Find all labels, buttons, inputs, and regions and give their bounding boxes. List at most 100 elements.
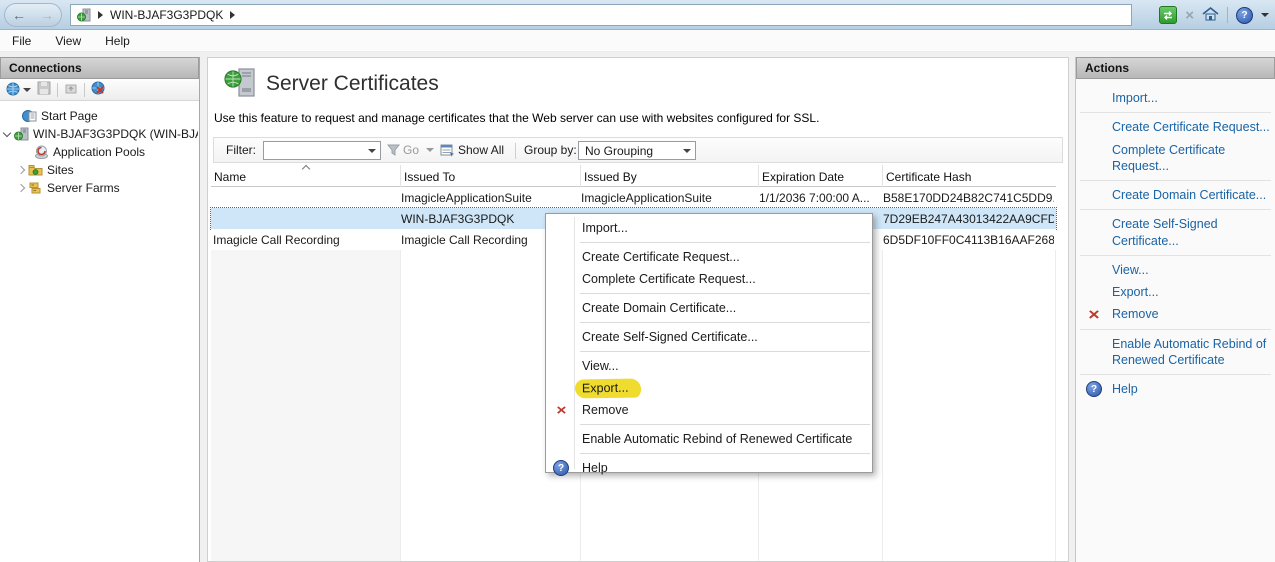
help-icon[interactable]: ?	[1236, 7, 1253, 24]
go-filter-icon	[387, 144, 400, 159]
action-create-certificate-request[interactable]: Create Certificate Request...	[1076, 116, 1275, 138]
show-all-icon	[440, 143, 455, 160]
divider	[515, 143, 516, 159]
group-by-label: Group by:	[524, 143, 577, 157]
chevron-down-icon[interactable]	[1261, 13, 1269, 17]
context-menu-remove[interactable]: × Remove	[546, 399, 872, 421]
menu-view[interactable]: View	[55, 34, 81, 48]
actions-title: Actions	[1085, 61, 1129, 75]
tree-item-start-page[interactable]: Start Page	[0, 107, 198, 125]
chevron-collapsed-icon[interactable]	[17, 166, 25, 174]
chevron-collapsed-icon[interactable]	[17, 184, 25, 192]
action-create-self-signed-certificate[interactable]: Create Self-Signed Certificate...	[1076, 213, 1275, 252]
action-export[interactable]: Export...	[1076, 281, 1275, 303]
tree-item-application-pools[interactable]: Application Pools	[0, 143, 198, 161]
chevron-expanded-icon[interactable]	[3, 129, 11, 137]
table-header: Name Issued To Issued By Expiration Date…	[211, 165, 1056, 187]
context-menu-export[interactable]: Export...	[546, 377, 872, 399]
actions-list: Import... Create Certificate Request... …	[1076, 79, 1275, 562]
context-menu-view[interactable]: View...	[546, 355, 872, 377]
server-farms-icon	[28, 181, 43, 195]
highlight-marker: Export...	[575, 378, 641, 398]
column-header-name[interactable]: Name	[211, 165, 401, 187]
go-button[interactable]: Go	[403, 143, 419, 157]
sort-asc-icon	[302, 165, 310, 173]
title-bar: ← → WIN-BJAF3G3PDQK × ?	[0, 0, 1275, 30]
refresh-icon[interactable]	[1159, 6, 1177, 24]
menu-file[interactable]: File	[12, 34, 31, 48]
action-remove[interactable]: × Remove	[1076, 303, 1275, 325]
chevron-down-icon	[368, 149, 376, 153]
context-menu-complete-certificate-request[interactable]: Complete Certificate Request...	[546, 268, 872, 290]
divider	[1080, 209, 1271, 210]
application-pools-icon	[34, 145, 49, 159]
menu-help[interactable]: Help	[105, 34, 130, 48]
divider	[1080, 112, 1271, 113]
connections-header: Connections	[0, 57, 199, 79]
column-header-expiration[interactable]: Expiration Date	[759, 165, 883, 187]
context-menu-import[interactable]: Import...	[546, 217, 872, 239]
column-header-hash[interactable]: Certificate Hash	[883, 165, 1056, 187]
back-button[interactable]: ←	[12, 8, 26, 22]
tree-item-server[interactable]: WIN-BJAF3G3PDQK (WIN-BJA	[0, 125, 198, 143]
column-header-issued-to[interactable]: Issued To	[401, 165, 581, 187]
divider	[580, 242, 870, 243]
sites-icon	[28, 163, 43, 177]
show-all-button[interactable]: Show All	[458, 143, 504, 157]
actions-panel: Actions Import... Create Certificate Req…	[1075, 57, 1275, 562]
tree-item-label: Server Farms	[47, 181, 120, 195]
context-menu-help[interactable]: ? Help	[546, 457, 872, 479]
up-icon	[64, 81, 78, 98]
chevron-down-icon[interactable]	[426, 148, 434, 152]
group-by-select[interactable]: No Grouping	[578, 141, 696, 160]
action-complete-certificate-request[interactable]: Complete Certificate Request...	[1076, 139, 1275, 178]
filter-toolbar: Filter: Go Show All Group by: No Groupin…	[213, 137, 1063, 163]
breadcrumb-arrow-icon	[98, 11, 103, 19]
nav-buttons: ← →	[4, 3, 62, 27]
column-header-issued-by[interactable]: Issued By	[581, 165, 759, 187]
tree-item-sites[interactable]: Sites	[0, 161, 198, 179]
divider	[580, 322, 870, 323]
disconnect-icon[interactable]	[91, 81, 106, 99]
help-icon: ?	[1084, 380, 1104, 398]
connections-title: Connections	[9, 61, 82, 75]
create-connection-icon[interactable]	[6, 82, 31, 97]
save-icon	[37, 81, 51, 98]
connections-toolbar	[0, 79, 199, 101]
tree-item-label: Start Page	[41, 109, 98, 123]
context-menu-create-self-signed-certificate[interactable]: Create Self-Signed Certificate...	[546, 326, 872, 348]
breadcrumb-server[interactable]: WIN-BJAF3G3PDQK	[110, 8, 223, 22]
divider	[57, 83, 58, 97]
tree-item-label: Sites	[47, 163, 74, 177]
server-icon	[77, 8, 91, 22]
table-row[interactable]: ImagicleApplicationSuite ImagicleApplica…	[211, 187, 1056, 208]
tree-item-server-farms[interactable]: Server Farms	[0, 179, 198, 197]
remove-x-icon: ×	[1084, 305, 1104, 323]
help-icon: ?	[552, 459, 570, 477]
filter-input[interactable]	[263, 141, 381, 160]
breadcrumb[interactable]: WIN-BJAF3G3PDQK	[70, 4, 1132, 26]
feature-description: Use this feature to request and manage c…	[214, 111, 819, 125]
action-enable-automatic-rebind[interactable]: Enable Automatic Rebind of Renewed Certi…	[1076, 333, 1275, 372]
action-create-domain-certificate[interactable]: Create Domain Certificate...	[1076, 184, 1275, 206]
forward-button[interactable]: →	[40, 8, 54, 22]
connections-tree: Start Page WIN-BJAF3G3PDQK (WIN-BJA Appl…	[0, 103, 198, 562]
server-certificates-icon	[224, 66, 258, 103]
divider	[84, 83, 85, 97]
action-help[interactable]: ? Help	[1076, 378, 1275, 400]
context-menu-enable-automatic-rebind[interactable]: Enable Automatic Rebind of Renewed Certi…	[546, 428, 872, 450]
connections-panel: Connections Start Page	[0, 57, 200, 562]
group-by-value: No Grouping	[585, 144, 653, 158]
breadcrumb-arrow-icon	[230, 11, 235, 19]
action-view[interactable]: View...	[1076, 259, 1275, 281]
divider	[1227, 7, 1228, 23]
start-page-icon	[22, 109, 37, 123]
context-menu-create-domain-certificate[interactable]: Create Domain Certificate...	[546, 297, 872, 319]
context-menu-create-certificate-request[interactable]: Create Certificate Request...	[546, 246, 872, 268]
server-icon	[14, 127, 29, 141]
home-icon[interactable]	[1202, 6, 1219, 25]
divider	[1080, 255, 1271, 256]
chevron-down-icon	[683, 149, 691, 153]
action-import[interactable]: Import...	[1076, 87, 1275, 109]
divider	[580, 424, 870, 425]
